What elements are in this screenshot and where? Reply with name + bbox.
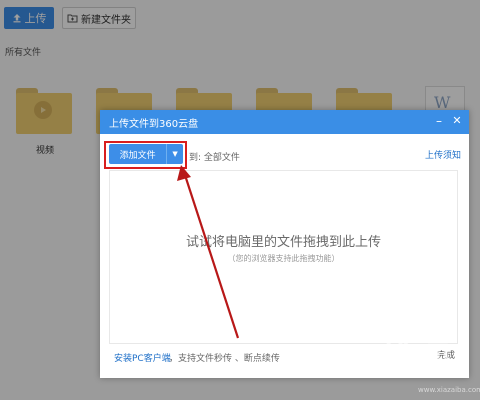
drop-zone-hint: 试试将电脑里的文件拖拽到此上传: [185, 235, 381, 250]
highlight-box: [104, 141, 187, 169]
watermark-logo: 下载吧: [340, 339, 450, 383]
close-icon[interactable]: ✕: [451, 114, 463, 128]
minimize-icon[interactable]: –: [433, 114, 445, 128]
watermark-url: www.xiazaiba.com: [418, 386, 480, 394]
drop-zone-subhint: （您的浏览器支持此拖拽功能）: [227, 254, 340, 263]
dialog-title-bar: 上传文件到360云盘: [100, 110, 469, 134]
drop-zone[interactable]: 试试将电脑里的文件拖拽到此上传 （您的浏览器支持此拖拽功能）: [109, 170, 458, 344]
upload-notice-link[interactable]: 上传须知: [425, 148, 461, 161]
dialog-title: 上传文件到360云盘: [109, 118, 199, 130]
install-client-text: ，支持文件秒传 、断点续传: [169, 354, 280, 364]
install-client-link[interactable]: 安装PC客户端: [114, 351, 171, 364]
upload-target: 到: 全部文件: [189, 153, 240, 163]
